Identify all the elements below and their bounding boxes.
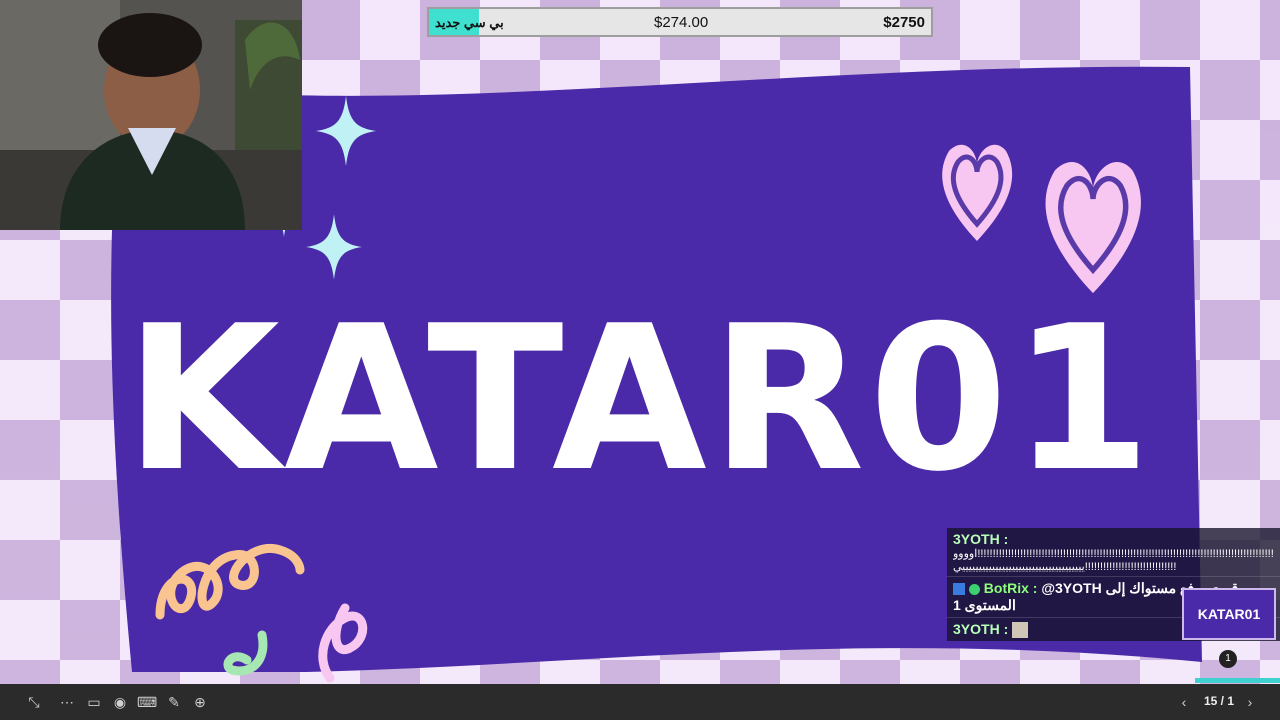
heart-icon (942, 144, 1013, 241)
presentation-toolbar: ⤡ ⋯ ▭ ◉ ⌨ ✎ ⊕ ‹ 15 / 1 › (0, 684, 1280, 720)
sparkle-icon (306, 214, 362, 280)
chat-username: BotRix (983, 580, 1029, 596)
webcam-person-image (0, 0, 302, 230)
draw-pen-icon[interactable]: ✎ (164, 692, 184, 712)
minimize-icon[interactable]: ⤡ (24, 692, 44, 712)
broadcast-icon[interactable]: ◉ (110, 692, 130, 712)
webcam-overlay (0, 0, 302, 230)
chat-separator: : (1003, 531, 1009, 547)
previous-page-icon[interactable]: ‹ (1174, 692, 1194, 712)
page-badge: 1 (1219, 650, 1237, 668)
squiggle-decoration (155, 543, 305, 620)
keyboard-icon[interactable]: ⌨ (137, 692, 157, 712)
present-mode-icon[interactable]: ▭ (84, 692, 104, 712)
emote-icon (1012, 622, 1029, 639)
chat-separator: : (1032, 580, 1038, 596)
goal-target-amount: $2750 (883, 14, 925, 31)
chat-text: اوووو!!!!!!!!!!!!!!!!!!!!!!!!!!!!!!!!!!!… (953, 548, 1274, 560)
heart-icon (1045, 161, 1141, 294)
presentation-progress (1195, 678, 1280, 683)
more-options-icon[interactable]: ⋯ (57, 692, 77, 712)
bot-badge-icon (953, 583, 965, 596)
goal-label: بي سي جديد (435, 15, 504, 30)
chat-message: 3YOTH : اوووو!!!!!!!!!!!!!!!!!!!!!!!!!!!… (947, 528, 1280, 576)
sparkle-icon (316, 96, 376, 166)
zoom-icon[interactable]: ⊕ (190, 692, 210, 712)
next-page-icon[interactable]: › (1240, 692, 1260, 712)
squiggle-decoration (318, 603, 368, 683)
chat-separator: : (1003, 621, 1009, 637)
page-indicator: 15 / 1 (1204, 694, 1235, 708)
donation-goal-bar: بي سي جديد $274.00 $2750 (427, 7, 933, 37)
chat-username: 3YOTH (953, 531, 1000, 547)
chat-username: 3YOTH (953, 621, 1000, 637)
squiggle-decoration (223, 630, 268, 676)
slide-title: KATAR01 (124, 283, 1156, 516)
chat-text: يييييييييييييييييييييييييييييييييييييي!!… (953, 561, 1177, 573)
goal-current-amount: $274.00 (654, 14, 709, 31)
verified-badge-icon (968, 583, 980, 595)
slide-thumbnail[interactable]: KATAR01 (1182, 588, 1276, 640)
